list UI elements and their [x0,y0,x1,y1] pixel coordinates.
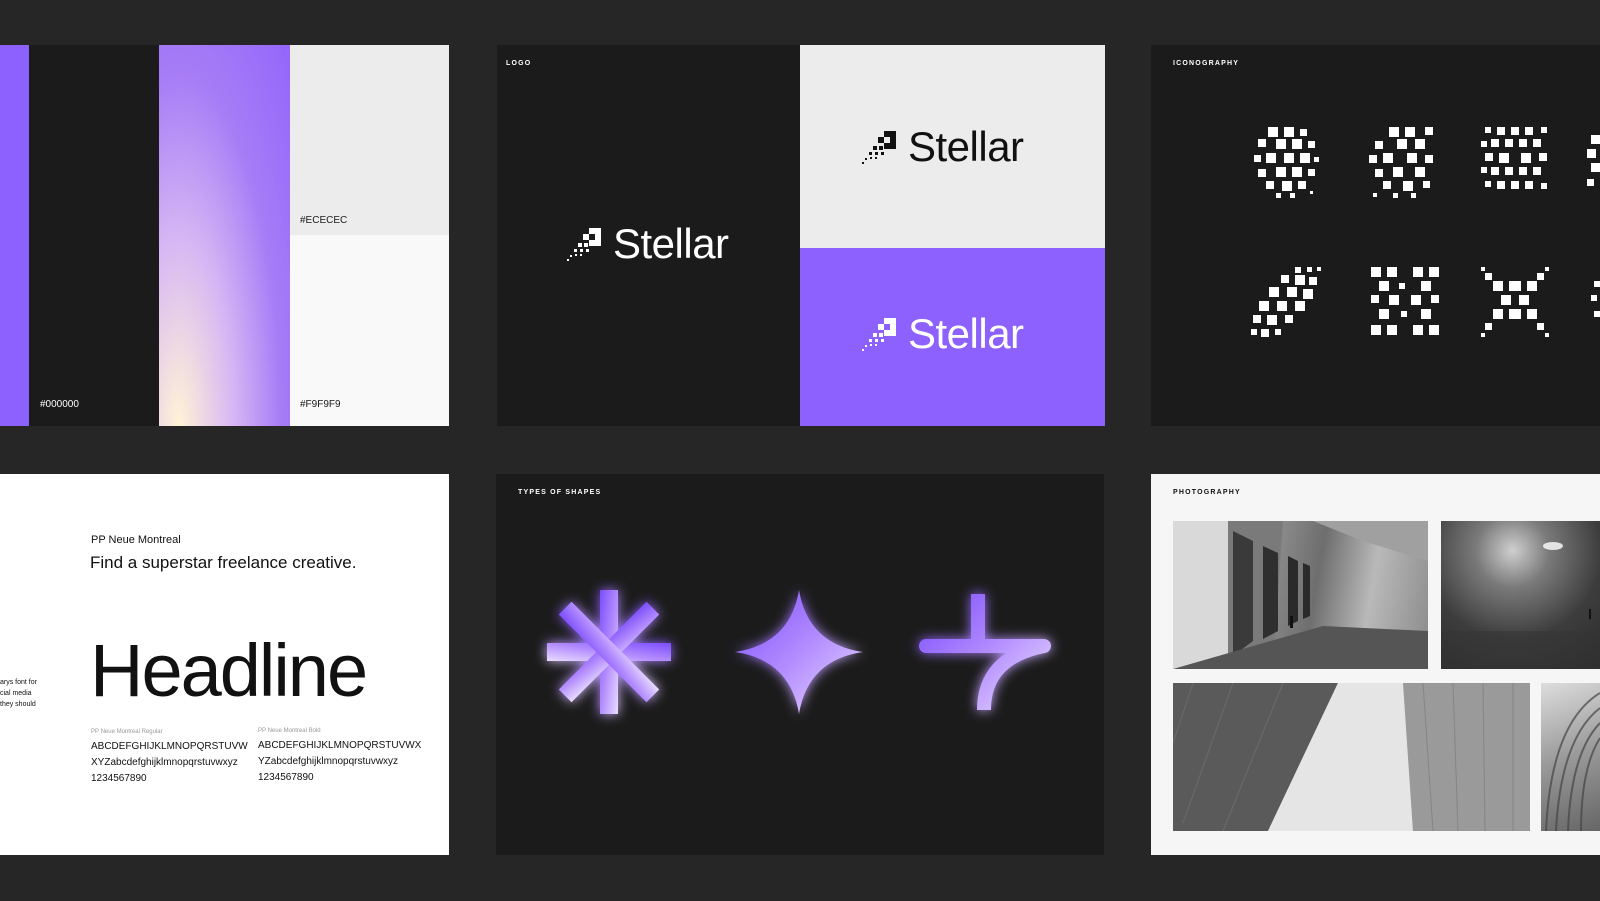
logo-wordmark: Stellar [908,310,1024,357]
pixel-cross-icon [1371,267,1439,335]
asterisk-shape-icon [547,590,671,714]
pixel-grid-icon [1481,127,1547,189]
black-hex-label: #000000 [40,399,79,410]
pixel-circle-icon [1254,127,1319,198]
shapes-card: TYPES OF SHAPES [496,474,1104,855]
purple-swatch [0,45,29,426]
bold-sample-line: ABCDEFGHIJKLMNOPQRSTUVWX [258,740,422,751]
stellar-logo-mark-icon [862,131,896,164]
photo-architecture [1173,683,1530,831]
gradient-swatch [159,45,290,426]
logo-purple-panel: Stellar [800,248,1105,426]
logo-dark: Stellar [565,220,729,268]
logo-light: Stellar [860,123,1024,171]
font-name: PP Neue Montreal [91,534,181,546]
typography-card: PP Neue Montreal Find a superstar freela… [0,474,449,855]
iconography-section-label: ICONOGRAPHY [1173,60,1240,67]
photo-fog-lamp-art [1441,542,1600,669]
lightning-shape-icon [919,594,1051,711]
photo-curve [1541,683,1600,831]
pixel-x-icon [1481,267,1549,337]
bold-weight-label: PP Neue Montreal Bold [258,728,321,734]
regular-sample-line: XYZabcdefghijklmnopqrstuvwxyz [91,757,238,768]
pixel-leaf-icon [1251,267,1321,337]
photo-fog-lamp [1441,521,1600,669]
logo-wordmark: Stellar [908,123,1024,170]
pixel-partial-icon [1587,135,1600,186]
light-gray-hex-label: #ECECEC [300,215,348,226]
side-text-line: they should [0,701,36,708]
regular-sample-line: 1234567890 [91,773,147,784]
logo-purple: Stellar [860,310,1024,358]
bold-sample-line: 1234567890 [258,772,314,783]
bold-sample-line: YZabcdefghijklmnopqrstuvwxyz [258,756,399,767]
stellar-logo-mark-icon [862,318,896,351]
logo-light-panel: Stellar [800,45,1105,248]
photo-colonnade [1173,521,1428,669]
regular-sample-line: ABCDEFGHIJKLMNOPQRSTUVW [91,741,248,752]
light-gray-swatch: #ECECEC [290,45,449,235]
side-text-line: arys font for [0,679,37,686]
logo-section-label: LOGO [506,60,532,67]
regular-weight-label: PP Neue Montreal Regular [91,729,163,735]
black-swatch: #000000 [29,45,159,426]
tagline: Find a superstar freelance creative. [90,553,357,572]
four-point-star-shape-icon [735,590,863,714]
photography-card: PHOTOGRAPHY [1151,474,1600,855]
white-swatch: #F9F9F9 [290,235,449,426]
pixel-partial-icon [1591,281,1600,317]
white-hex-label: #F9F9F9 [300,399,341,410]
photo-curve-art [1545,692,1600,831]
logo-wordmark: Stellar [613,220,729,267]
pixel-burst-icon [1369,127,1433,198]
iconography-card: ICONOGRAPHY [1151,45,1600,426]
logo-card: LOGO Stellar Stellar Stellar [497,45,1105,426]
headline-sample: Headline [90,629,368,712]
photo-colonnade-art [1173,521,1428,669]
shapes-canvas [547,590,1051,714]
color-palette-card: #000000 #ECECEC #F9F9F9 [0,45,449,426]
stellar-logo-mark-icon [567,228,601,261]
side-text-line: cial media [0,690,32,697]
photography-section-label: PHOTOGRAPHY [1173,489,1241,496]
photo-architecture-art [1173,683,1530,831]
